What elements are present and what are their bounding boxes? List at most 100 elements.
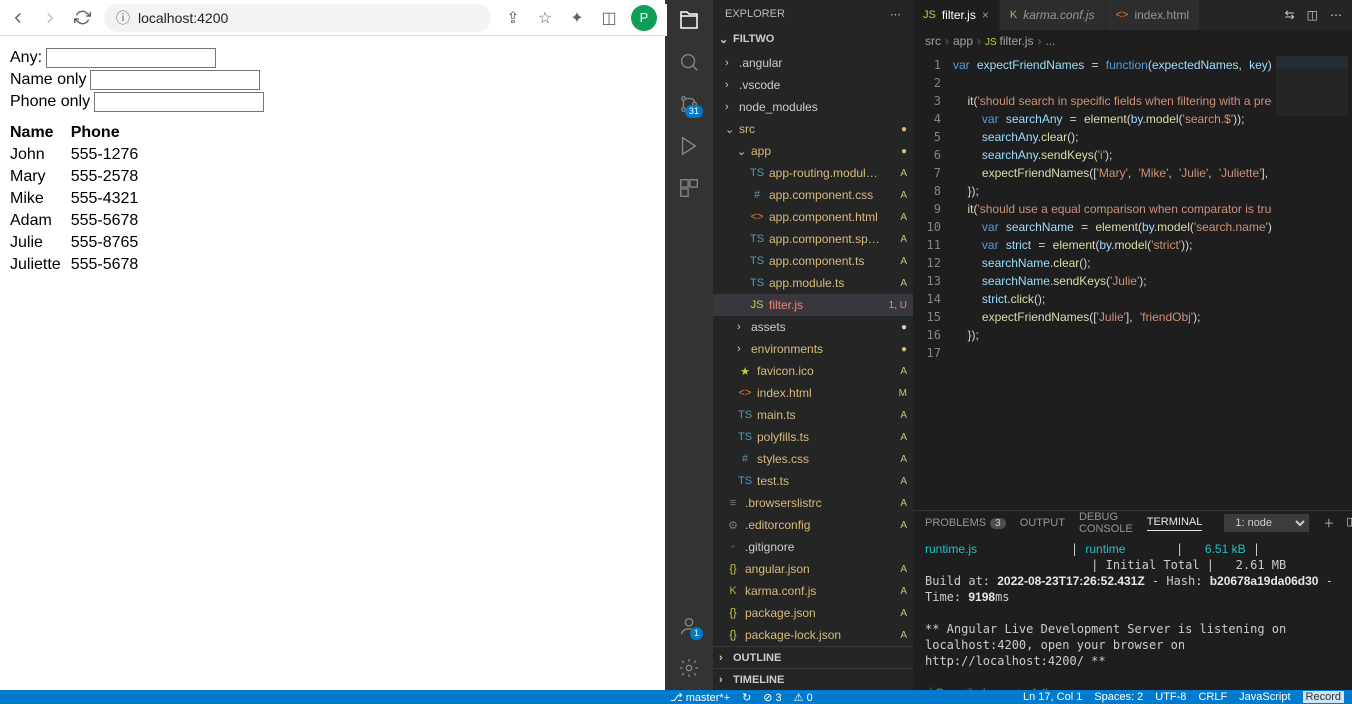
folder-item[interactable]: ›environments● [713, 338, 913, 360]
share-icon[interactable]: ⇪ [503, 8, 523, 28]
more-editor-icon[interactable]: ⋯ [1330, 8, 1342, 22]
filter-input-1[interactable] [90, 70, 260, 90]
editor-tabs: JSfilter.js×Kkarma.conf.js<>index.html ⇆… [913, 0, 1352, 30]
account-icon[interactable]: 1 [677, 614, 701, 638]
source-control-icon[interactable]: 31 [677, 92, 701, 116]
folder-item[interactable]: ⌄src● [713, 118, 913, 140]
file-item[interactable]: ◦.gitignore [713, 536, 913, 558]
explorer-sidebar: EXPLORER ⋯ ⌄FILTWO ›.angular›.vscode›nod… [713, 0, 913, 690]
search-icon[interactable] [677, 50, 701, 74]
file-item[interactable]: JSfilter.js1, U [713, 294, 913, 316]
file-item[interactable]: TSapp.component.tsA [713, 250, 913, 272]
git-status: A [883, 278, 907, 289]
minimap[interactable] [1272, 52, 1352, 510]
file-item[interactable]: {}package.jsonA [713, 602, 913, 624]
debug-console-tab[interactable]: DEBUG CONSOLE [1079, 511, 1133, 535]
file-item[interactable]: TStest.tsA [713, 470, 913, 492]
file-item[interactable]: <>index.htmlM [713, 382, 913, 404]
problems-tab[interactable]: PROBLEMS3 [925, 517, 1006, 529]
breadcrumb-item[interactable]: JS filter.js [985, 34, 1033, 48]
file-item[interactable]: #styles.cssA [713, 448, 913, 470]
git-status: ● [883, 124, 907, 135]
git-status: A [883, 520, 907, 531]
close-icon[interactable]: × [982, 8, 989, 22]
outline-section[interactable]: ›OUTLINE [713, 646, 913, 668]
editor-tab[interactable]: <>index.html [1106, 0, 1201, 30]
compare-icon[interactable]: ⇆ [1285, 8, 1295, 22]
breadcrumbs[interactable]: src›app›JS filter.js›... [913, 30, 1352, 52]
run-debug-icon[interactable] [677, 134, 701, 158]
branch-indicator[interactable]: ⎇ master*+ [670, 691, 730, 704]
browser-pane: ⓘ localhost:4200 ⇪ ☆ ✦ ◫ P Any:Name only… [0, 0, 665, 690]
errors-indicator[interactable]: ⊘ 3 [763, 691, 781, 704]
git-status: A [883, 432, 907, 443]
file-item[interactable]: {}angular.jsonA [713, 558, 913, 580]
file-label: .vscode [739, 78, 883, 92]
encoding-indicator[interactable]: UTF-8 [1155, 691, 1186, 703]
back-icon[interactable] [8, 8, 28, 28]
folder-item[interactable]: ›node_modules [713, 96, 913, 118]
folder-item[interactable]: ⌄app● [713, 140, 913, 162]
file-item[interactable]: Kkarma.conf.jsA [713, 580, 913, 602]
file-item[interactable]: <>app.component.htmlA [713, 206, 913, 228]
split-editor-icon[interactable]: ◫ [1307, 8, 1318, 22]
table-header: Phone [71, 122, 149, 144]
code-editor[interactable]: 1234567891011121314151617 var expectFrie… [913, 52, 1352, 510]
status-bar: ⎇ master*+ ↻ ⊘ 3 ⚠ 0 Ln 17, Col 1 Spaces… [0, 690, 1352, 704]
file-item[interactable]: ★favicon.icoA [713, 360, 913, 382]
breadcrumb-item[interactable]: src [925, 34, 941, 48]
folder-item[interactable]: ›.vscode [713, 74, 913, 96]
bookmark-icon[interactable]: ☆ [535, 8, 555, 28]
more-icon[interactable]: ⋯ [890, 8, 901, 21]
explorer-icon[interactable] [677, 8, 701, 32]
folder-item[interactable]: ›assets● [713, 316, 913, 338]
file-item[interactable]: TSapp.module.tsA [713, 272, 913, 294]
table-row: Juliette555-5678 [10, 254, 148, 276]
cursor-position[interactable]: Ln 17, Col 1 [1023, 691, 1082, 703]
file-type-icon: TS [749, 255, 765, 267]
sync-icon[interactable]: ↻ [742, 691, 751, 704]
folder-item[interactable]: ›.angular [713, 52, 913, 74]
terminal-tab[interactable]: TERMINAL [1147, 516, 1203, 531]
git-status: A [883, 190, 907, 201]
avatar[interactable]: P [631, 5, 657, 31]
side-panel-icon[interactable]: ◫ [599, 8, 619, 28]
file-item[interactable]: {}package-lock.jsonA [713, 624, 913, 646]
file-item[interactable]: TSapp.component.spec.tsA [713, 228, 913, 250]
file-item[interactable]: TSapp-routing.module.tsA [713, 162, 913, 184]
new-terminal-icon[interactable]: ＋ [1323, 515, 1334, 531]
file-label: filter.js [769, 298, 883, 312]
timeline-section[interactable]: ›TIMELINE [713, 668, 913, 690]
split-terminal-icon[interactable]: ◫ [1346, 515, 1352, 531]
terminal-output[interactable]: runtime.js | runtime | 6.51 kB | | Initi… [913, 535, 1352, 690]
extensions-panel-icon[interactable] [677, 176, 701, 200]
editor-tab[interactable]: Kkarma.conf.js [1000, 0, 1106, 30]
file-type-icon: TS [737, 431, 753, 443]
file-item[interactable]: ≡.browserslistrcA [713, 492, 913, 514]
filter-input-0[interactable] [46, 48, 216, 68]
file-item[interactable]: TSmain.tsA [713, 404, 913, 426]
extensions-icon[interactable]: ✦ [567, 8, 587, 28]
forward-icon[interactable] [40, 8, 60, 28]
filter-row: Phone only [10, 92, 655, 112]
editor-tab[interactable]: JSfilter.js× [913, 0, 1000, 30]
settings-icon[interactable] [677, 656, 701, 680]
file-item[interactable]: TSpolyfills.tsA [713, 426, 913, 448]
breadcrumb-item[interactable]: app [953, 34, 973, 48]
warnings-indicator[interactable]: ⚠ 0 [794, 691, 813, 704]
indent-indicator[interactable]: Spaces: 2 [1094, 691, 1143, 703]
eol-indicator[interactable]: CRLF [1198, 691, 1227, 703]
filter-input-2[interactable] [94, 92, 264, 112]
record-button[interactable]: Record [1303, 691, 1344, 703]
output-tab[interactable]: OUTPUT [1020, 517, 1065, 529]
file-type-icon: TS [737, 475, 753, 487]
breadcrumb-item[interactable]: ... [1046, 34, 1056, 48]
activity-bar: 31 1 [665, 0, 713, 690]
terminal-select[interactable]: 1: node [1224, 514, 1309, 532]
file-item[interactable]: #app.component.cssA [713, 184, 913, 206]
language-indicator[interactable]: JavaScript [1239, 691, 1290, 703]
project-root[interactable]: ⌄FILTWO [713, 28, 913, 50]
file-item[interactable]: ⚙.editorconfigA [713, 514, 913, 536]
address-bar[interactable]: ⓘ localhost:4200 [104, 4, 491, 32]
reload-icon[interactable] [72, 8, 92, 28]
